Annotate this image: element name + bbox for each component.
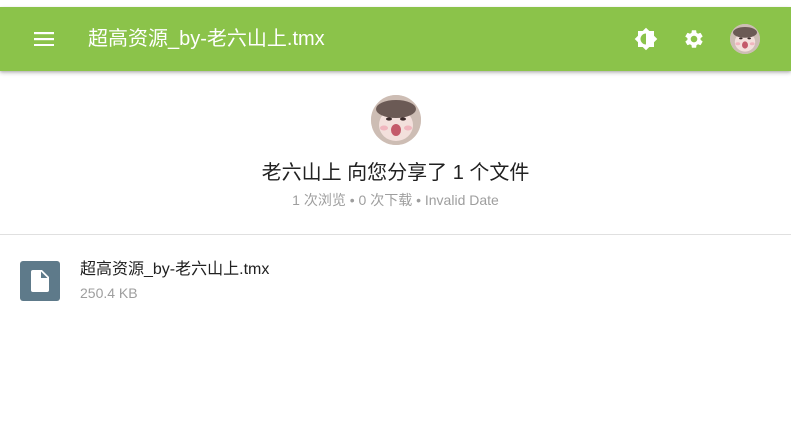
file-icon-container (20, 261, 60, 301)
top-strip (0, 0, 791, 7)
menu-button[interactable] (30, 27, 58, 51)
menu-icon (34, 32, 54, 46)
share-header: 老六山上 向您分享了 1 个文件 1 次浏览 • 0 次下载 • Invalid… (0, 71, 791, 234)
share-title: 老六山上 向您分享了 1 个文件 (261, 162, 530, 184)
theme-toggle-button[interactable] (632, 25, 660, 53)
sharer-avatar (371, 95, 421, 145)
avatar-image (730, 24, 760, 54)
file-size: 250.4 KB (80, 285, 138, 301)
divider (0, 234, 791, 235)
file-icon (31, 270, 49, 292)
brightness-icon (634, 27, 658, 51)
user-avatar[interactable] (730, 24, 760, 54)
avatar-image (371, 95, 421, 145)
page-title: 超高资源_by-老六山上.tmx (88, 28, 325, 50)
file-list-item[interactable]: 超高资源_by-老六山上.tmx 250.4 KB (0, 248, 791, 310)
page: 超高资源_by-老六山上.tmx 老六山上 向您分享了 1 个文件 1 次浏览 … (0, 0, 791, 433)
gear-icon (685, 30, 703, 48)
app-bar: 超高资源_by-老六山上.tmx (0, 7, 791, 71)
settings-button[interactable] (680, 25, 708, 53)
share-stats: 1 次浏览 • 0 次下载 • Invalid Date (292, 192, 499, 208)
file-name[interactable]: 超高资源_by-老六山上.tmx (80, 260, 269, 280)
